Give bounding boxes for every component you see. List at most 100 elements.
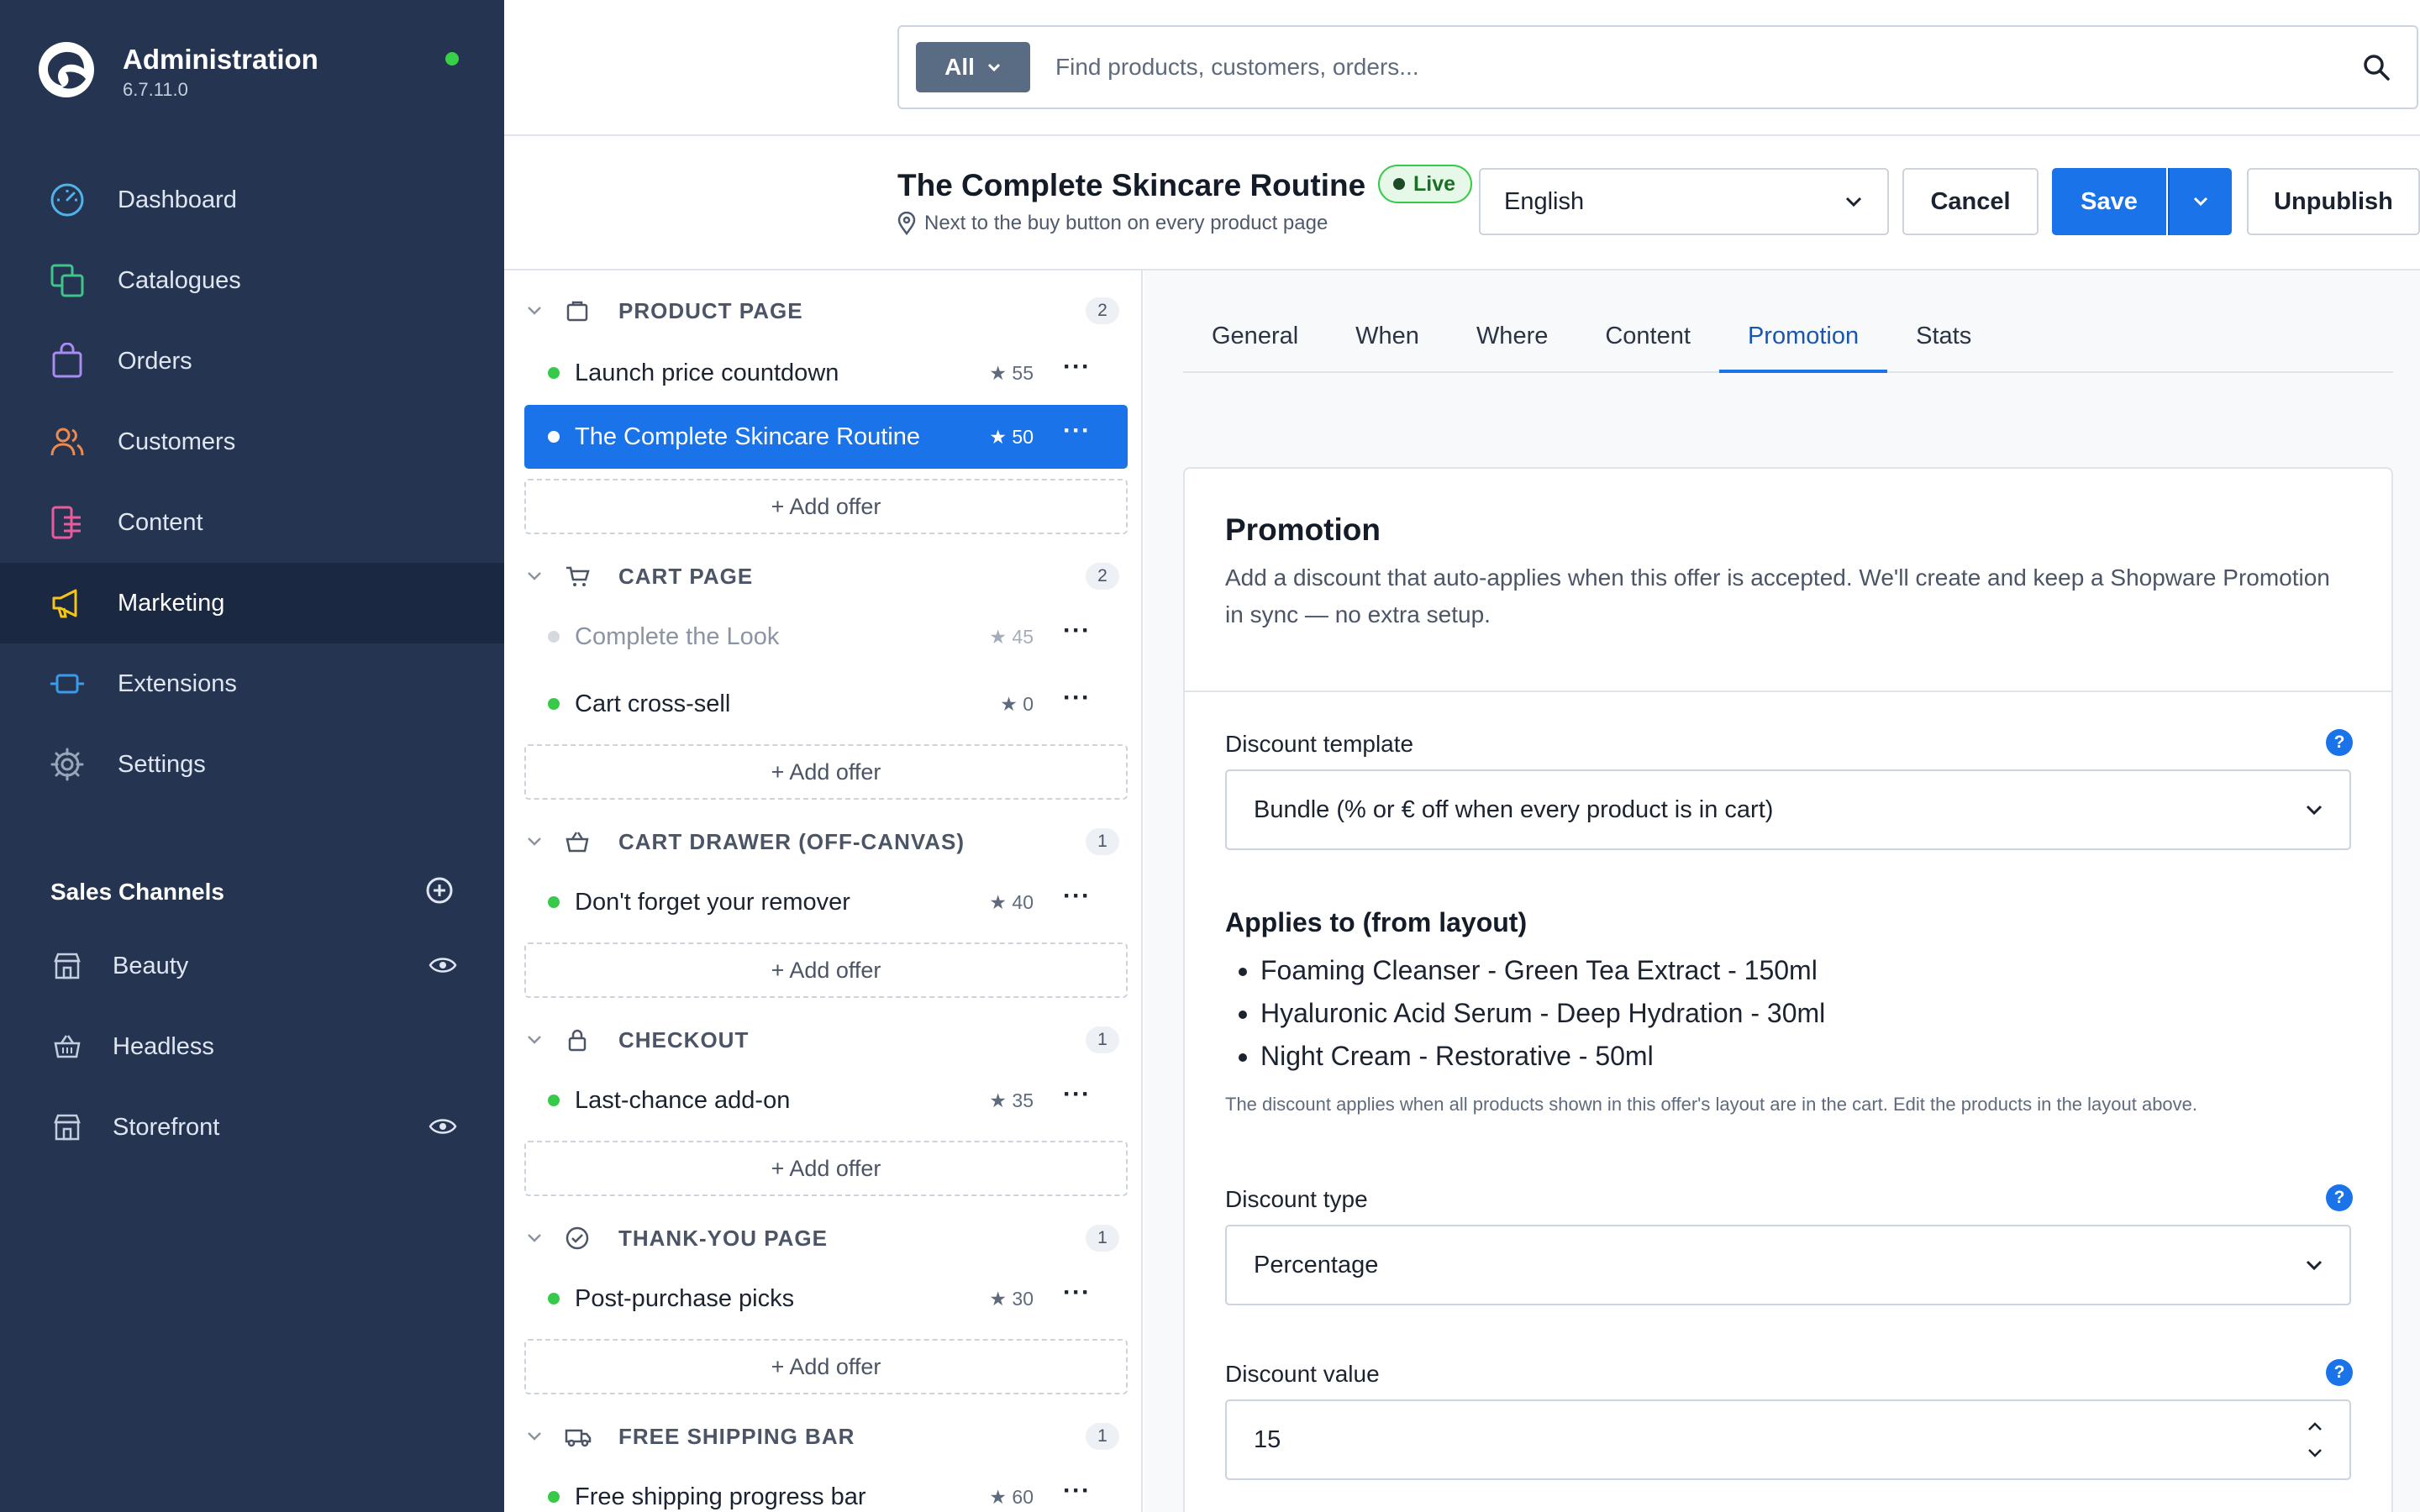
content-icon xyxy=(47,502,87,543)
tab-where[interactable]: Where xyxy=(1448,319,1576,373)
chevron-down-icon[interactable] xyxy=(2306,1447,2324,1459)
offer-score: ★ 35 xyxy=(989,1089,1034,1111)
nav-item-dashboard[interactable]: Dashboard xyxy=(0,160,504,240)
active-dot xyxy=(548,1095,560,1106)
search-input[interactable] xyxy=(1055,45,2316,89)
app-title: Administration xyxy=(123,44,318,75)
offer-name: The Complete Skincare Routine xyxy=(575,423,921,450)
help-icon[interactable]: ? xyxy=(2326,1184,2353,1211)
search-icon[interactable] xyxy=(2361,52,2391,87)
list-item: Foaming Cleanser - Green Tea Extract - 1… xyxy=(1260,949,1825,992)
offer-item[interactable]: Free shipping progress bar ★ 60 ··· xyxy=(524,1465,1128,1512)
more-options-icon[interactable]: ··· xyxy=(1063,1477,1091,1505)
offer-item[interactable]: Cart cross-sell ★ 0 ··· xyxy=(524,672,1128,736)
cancel-button[interactable]: Cancel xyxy=(1902,168,2039,235)
more-options-icon[interactable]: ··· xyxy=(1063,1278,1091,1307)
offer-item[interactable]: Last-chance add-on ★ 35 ··· xyxy=(524,1068,1128,1132)
sales-channel-beauty[interactable]: Beauty xyxy=(0,926,504,1006)
offer-score: ★ 45 xyxy=(989,625,1034,648)
nav-item-orders[interactable]: Orders xyxy=(0,321,504,402)
more-options-icon[interactable]: ··· xyxy=(1063,417,1091,445)
offer-name: Launch price countdown xyxy=(575,359,839,386)
group-title: FREE SHIPPING BAR xyxy=(618,1423,855,1449)
discount-type-select[interactable]: Percentage xyxy=(1225,1225,2351,1305)
unpublish-button[interactable]: Unpublish xyxy=(2247,168,2420,235)
discount-template-select[interactable]: Bundle (% or € off when every product is… xyxy=(1225,769,2351,850)
nav-item-settings[interactable]: Settings xyxy=(0,724,504,805)
offer-list-panel: PRODUCT PAGE 2 Launch price countdown ★ … xyxy=(504,270,1143,1512)
group-header-product-page[interactable]: PRODUCT PAGE 2 xyxy=(504,286,1141,336)
offer-item[interactable]: Complete the Look ★ 45 ··· xyxy=(524,605,1128,669)
tab-general[interactable]: General xyxy=(1183,319,1327,373)
add-offer-button[interactable]: + Add offer xyxy=(524,1141,1128,1196)
active-dot xyxy=(548,1491,560,1503)
help-icon[interactable]: ? xyxy=(2326,1359,2353,1386)
language-select[interactable]: English xyxy=(1479,168,1889,235)
group-header-free-shipping-bar[interactable]: FREE SHIPPING BAR 1 xyxy=(504,1411,1141,1462)
chevron-down-icon xyxy=(987,63,1000,72)
nav-label: Dashboard xyxy=(118,186,237,213)
add-offer-button[interactable]: + Add offer xyxy=(524,942,1128,998)
active-dot xyxy=(548,367,560,379)
group-title: CHECKOUT xyxy=(618,1026,750,1053)
tab-when[interactable]: When xyxy=(1327,319,1448,373)
save-button[interactable]: Save xyxy=(2052,168,2166,235)
tab-promotion[interactable]: Promotion xyxy=(1718,319,1888,373)
nav-item-extensions[interactable]: Extensions xyxy=(0,643,504,724)
offer-item[interactable]: Launch price countdown ★ 55 ··· xyxy=(524,341,1128,405)
more-options-icon[interactable]: ··· xyxy=(1063,617,1091,645)
more-options-icon[interactable]: ··· xyxy=(1063,1080,1091,1109)
chevron-down-icon xyxy=(2306,1260,2323,1271)
eye-icon[interactable] xyxy=(429,954,457,982)
more-options-icon[interactable]: ··· xyxy=(1063,353,1091,381)
cart-icon xyxy=(565,564,595,589)
group-header-thank-you-page[interactable]: THANK-YOU PAGE 1 xyxy=(504,1213,1141,1263)
storefront-icon xyxy=(47,1107,87,1147)
add-offer-button[interactable]: + Add offer xyxy=(524,1339,1128,1394)
group-title: THANK-YOU PAGE xyxy=(618,1225,828,1251)
offer-item[interactable]: Post-purchase picks ★ 30 ··· xyxy=(524,1267,1128,1331)
nav-item-marketing[interactable]: Marketing xyxy=(0,563,504,643)
add-sales-channel-icon[interactable] xyxy=(425,876,454,909)
eye-icon[interactable] xyxy=(429,1116,457,1143)
product-page-icon xyxy=(565,298,595,323)
main-nav: Dashboard Catalogues Orders Customers Co… xyxy=(0,160,504,805)
add-offer-button[interactable]: + Add offer xyxy=(524,479,1128,534)
offer-score: ★ 30 xyxy=(989,1287,1034,1310)
catalogues-icon xyxy=(47,260,87,301)
chevron-up-icon[interactable] xyxy=(2306,1420,2324,1432)
search-scope-label: All xyxy=(944,54,975,80)
search-scope-dropdown[interactable]: All xyxy=(916,42,1030,92)
discount-value-label: Discount value xyxy=(1225,1361,1380,1387)
save-options-button[interactable] xyxy=(2168,168,2232,235)
tab-stats[interactable]: Stats xyxy=(1887,319,2000,373)
orders-icon xyxy=(47,341,87,381)
discount-value-field[interactable]: 15 xyxy=(1225,1399,2351,1480)
nav-item-catalogues[interactable]: Catalogues xyxy=(0,240,504,321)
chevron-down-icon xyxy=(528,837,541,846)
add-offer-button[interactable]: + Add offer xyxy=(524,744,1128,800)
number-stepper xyxy=(2306,1420,2324,1459)
more-options-icon[interactable]: ··· xyxy=(1063,684,1091,712)
group-header-cart-page[interactable]: CART PAGE 2 xyxy=(504,551,1141,601)
group-header-cart-drawer[interactable]: CART DRAWER (OFF-CANVAS) 1 xyxy=(504,816,1141,867)
offer-score: ★ 0 xyxy=(1000,692,1034,715)
offer-detail: General When Where Content Promotion Sta… xyxy=(1144,270,2420,1512)
group-header-checkout[interactable]: CHECKOUT 1 xyxy=(504,1015,1141,1065)
truck-icon xyxy=(565,1424,595,1449)
tab-content[interactable]: Content xyxy=(1576,319,1719,373)
nav-item-content[interactable]: Content xyxy=(0,482,504,563)
sales-channel-storefront[interactable]: Storefront xyxy=(0,1087,504,1168)
active-dot xyxy=(548,896,560,908)
nav-item-customers[interactable]: Customers xyxy=(0,402,504,482)
offer-item[interactable]: Don't forget your remover ★ 40 ··· xyxy=(524,870,1128,934)
language-value: English xyxy=(1504,187,1585,215)
help-icon[interactable]: ? xyxy=(2326,729,2353,756)
offer-item-selected[interactable]: The Complete Skincare Routine ★ 50 ··· xyxy=(524,405,1128,469)
storefront-icon xyxy=(47,946,87,986)
group-title: PRODUCT PAGE xyxy=(618,297,803,323)
more-options-icon[interactable]: ··· xyxy=(1063,882,1091,911)
status-badge: Live xyxy=(1378,165,1473,203)
applies-to-hint: The discount applies when all products s… xyxy=(1225,1094,2198,1115)
sales-channel-headless[interactable]: Headless xyxy=(0,1006,504,1087)
